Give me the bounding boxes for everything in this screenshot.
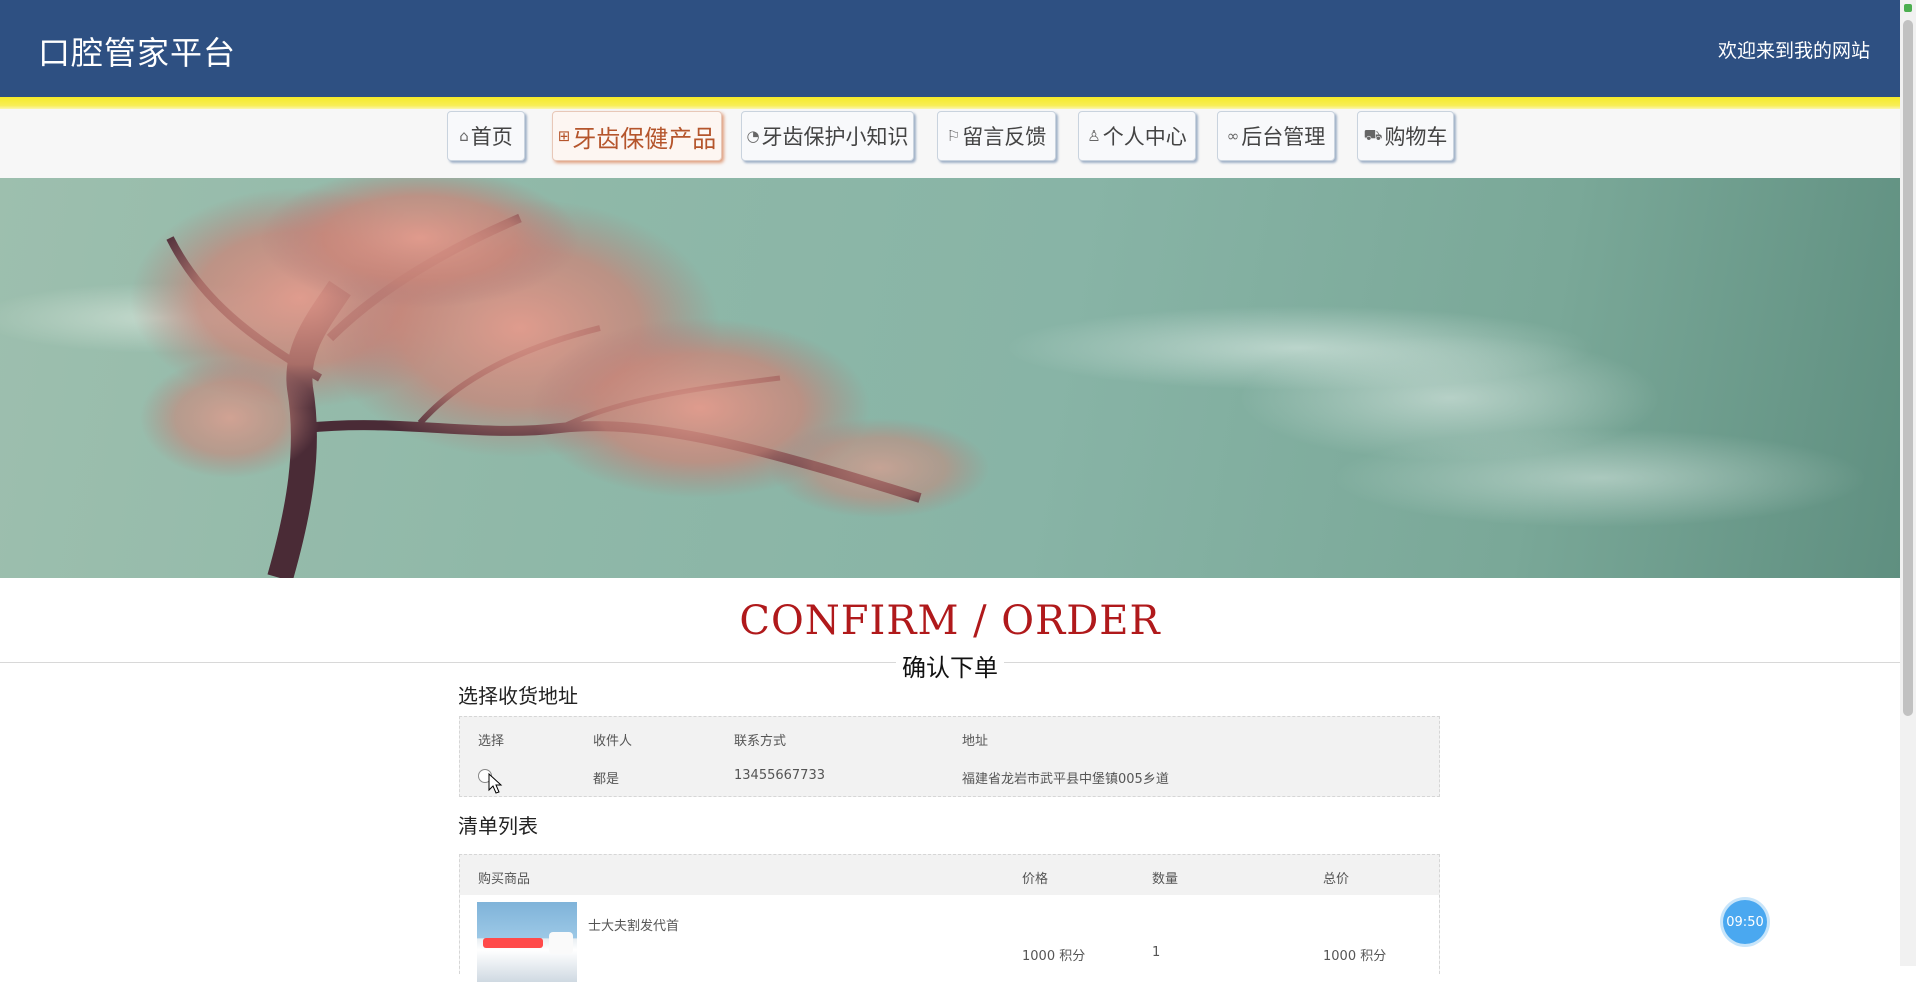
address-heading: 选择收货地址: [458, 684, 578, 708]
product-name[interactable]: 士大夫割发代首: [588, 915, 679, 934]
tree-illustration: [130, 178, 990, 578]
address-table: 选择 收件人 联系方式 地址 都是 13455667733 福建省龙岩市武平县中…: [459, 716, 1440, 797]
page-scrollbar[interactable]: [1900, 0, 1916, 966]
cart-icon: ⛟: [1363, 126, 1383, 144]
col-header-price: 价格: [1022, 872, 1049, 887]
nav-personal-center[interactable]: ♙ 个人中心: [1078, 111, 1196, 161]
col-header-address: 地址: [962, 734, 989, 749]
price-cell: 1000 积分: [1022, 949, 1086, 964]
welcome-text: 欢迎来到我的网站: [1717, 40, 1870, 62]
nav-label: 后台管理: [1241, 125, 1326, 149]
nav-dental-tips[interactable]: ◔ 牙齿保护小知识: [741, 111, 914, 161]
col-header-phone: 联系方式: [734, 734, 787, 749]
flag-icon: ⚐: [946, 127, 961, 145]
address-cell: 福建省龙岩市武平县中堡镇005乡道: [962, 772, 1169, 787]
site-title: 口腔管家平台: [38, 34, 237, 72]
order-list-heading: 清单列表: [458, 814, 538, 838]
nav-dental-products[interactable]: ⊞ 牙齿保健产品: [552, 111, 722, 161]
nav-feedback[interactable]: ⚐ 留言反馈: [937, 111, 1056, 161]
link-icon: ∞: [1226, 127, 1240, 145]
mouse-cursor-icon: [488, 773, 503, 794]
quantity-cell: 1: [1152, 945, 1161, 960]
order-row-bg: [460, 895, 1439, 975]
timer-badge[interactable]: 09:50: [1723, 900, 1767, 944]
scroll-indicator: [1904, 4, 1912, 12]
scrollbar-thumb[interactable]: [1903, 20, 1913, 716]
order-table: 购买商品 价格 数量 总价 士大夫割发代首 1000 积分 1 1000 积分: [459, 854, 1440, 982]
nav-label: 个人中心: [1102, 125, 1187, 149]
page-subtitle-text: 确认下单: [896, 654, 1004, 682]
nav-admin[interactable]: ∞ 后台管理: [1217, 111, 1335, 161]
hero-banner: [0, 178, 1900, 578]
phone-cell: 13455667733: [734, 768, 825, 783]
col-header-total: 总价: [1323, 872, 1350, 887]
nav-label: 牙齿保健产品: [572, 124, 717, 153]
nav-label: 留言反馈: [962, 125, 1047, 149]
user-icon: ♙: [1087, 127, 1101, 145]
col-header-product: 购买商品: [478, 872, 531, 887]
gift-icon: ⊞: [557, 127, 571, 145]
nav-home[interactable]: ⌂ 首页: [447, 111, 525, 161]
home-icon: ⌂: [459, 127, 469, 145]
header-divider: [0, 97, 1900, 109]
nav-label: 首页: [470, 125, 513, 149]
nav-cart[interactable]: ⛟ 购物车: [1357, 111, 1454, 161]
total-cell: 1000 积分: [1323, 949, 1387, 964]
main-nav: ⌂ 首页 ⊞ 牙齿保健产品 ◔ 牙齿保护小知识 ⚐ 留言反馈 ♙ 个人中心 ∞ …: [0, 109, 1900, 179]
col-header-select: 选择: [478, 734, 505, 749]
nav-label: 购物车: [1384, 125, 1448, 149]
site-header: 口腔管家平台 欢迎来到我的网站: [0, 0, 1900, 97]
product-image-detail: [549, 932, 573, 954]
col-header-quantity: 数量: [1152, 872, 1179, 887]
product-image[interactable]: [477, 902, 577, 982]
page-subtitle: 确认下单: [0, 648, 1900, 683]
palette-icon: ◔: [746, 127, 760, 145]
recipient-cell: 都是: [593, 772, 620, 787]
page-title: CONFIRM / ORDER: [739, 598, 1161, 644]
product-image-detail: [483, 938, 543, 948]
nav-label: 牙齿保护小知识: [761, 125, 909, 149]
col-header-recipient: 收件人: [593, 734, 633, 749]
